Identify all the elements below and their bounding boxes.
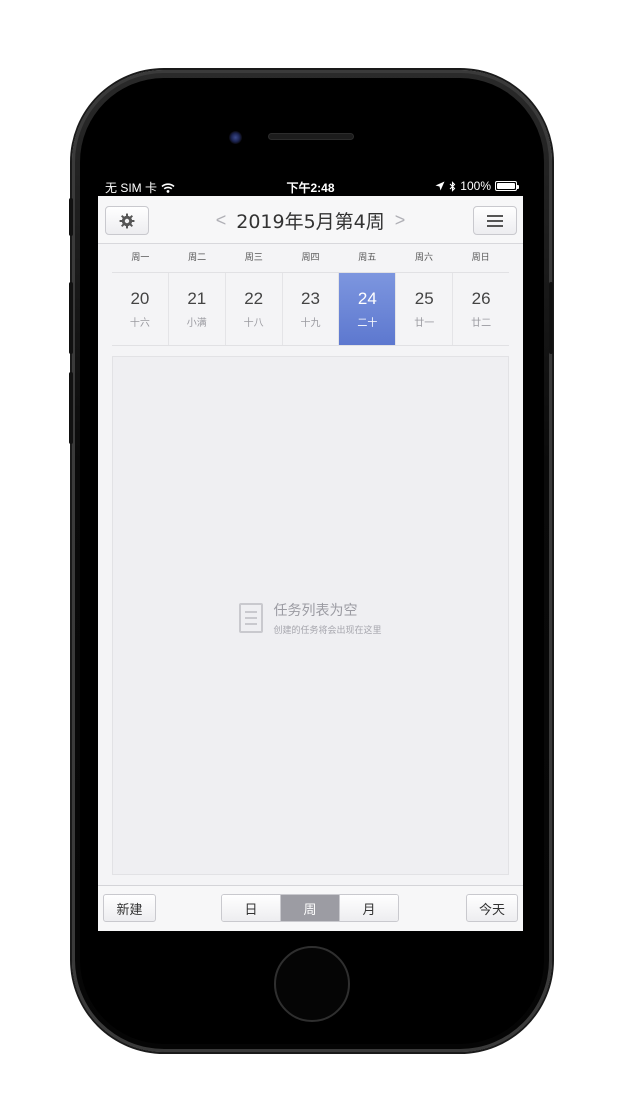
weekday-label: 周日: [471, 253, 490, 263]
empty-state: 任务列表为空 创建的任务将会出现在这里: [113, 600, 508, 636]
battery-fill: [497, 183, 515, 189]
power-button: [549, 282, 553, 354]
lunar-date: 二十: [357, 318, 378, 329]
nav-bar: < 2019年5月第4周 >: [98, 196, 523, 244]
empty-subtitle: 创建的任务将会出现在这里: [273, 626, 382, 636]
front-camera: [229, 131, 242, 144]
next-week-button[interactable]: >: [395, 210, 406, 231]
lunar-date: 十九: [300, 318, 321, 329]
page-title: 2019年5月第4周: [236, 211, 385, 233]
battery-tip: [517, 185, 519, 189]
lunar-date: 十八: [243, 318, 264, 329]
day-number: 23: [301, 289, 320, 308]
day-number: 21: [187, 289, 207, 308]
app-screen: 无 SIM 卡 下午2:48 100% < 2019年5月第4周 > 周一 周二…: [98, 172, 523, 931]
day-number: 25: [414, 289, 434, 308]
day-cell[interactable]: 23 十九: [283, 273, 340, 345]
weekday-label: 周四: [301, 253, 320, 263]
battery-icon: [495, 181, 519, 191]
day-number: 20: [130, 289, 150, 308]
weekday-label: 周二: [188, 253, 207, 263]
day-number: 22: [244, 289, 264, 308]
day-number: 24: [357, 289, 377, 308]
settings-button[interactable]: [105, 206, 149, 235]
volume-down-button: [69, 372, 73, 444]
bluetooth-icon: [449, 180, 456, 192]
task-list-area[interactable]: 任务列表为空 创建的任务将会出现在这里: [112, 356, 509, 875]
day-cell[interactable]: 22 十八: [226, 273, 283, 345]
weekday-label: 周五: [358, 253, 377, 263]
bottom-toolbar: 新建 日 周 月 今天: [98, 885, 523, 931]
lunar-date: 小满: [186, 318, 207, 329]
day-cell[interactable]: 26 廿二: [453, 273, 509, 345]
battery-percent: 100%: [460, 179, 491, 193]
volume-up-button: [69, 282, 73, 354]
empty-text: 任务列表为空 创建的任务将会出现在这里: [273, 600, 381, 636]
task-list-icon: [239, 603, 264, 633]
view-month-button[interactable]: 月: [340, 895, 398, 921]
menu-button[interactable]: [473, 206, 517, 235]
location-arrow-icon: [435, 181, 445, 191]
day-number: 26: [471, 289, 491, 308]
day-cell[interactable]: 21 小满: [169, 273, 226, 345]
status-right: 100%: [435, 179, 519, 193]
weekday-label: 周一: [131, 253, 150, 263]
today-button[interactable]: 今天: [466, 894, 518, 922]
weekday-label: 周六: [414, 253, 433, 263]
prev-week-button[interactable]: <: [216, 210, 227, 231]
week-navigator: < 2019年5月第4周 >: [158, 206, 463, 235]
view-day-button[interactable]: 日: [222, 895, 281, 921]
new-task-button[interactable]: 新建: [103, 894, 156, 922]
days-row: 20 十六 21 小满 22 十八 23 十九 24 二十 25 廿一 26 廿…: [112, 272, 509, 346]
lunar-date: 廿一: [414, 318, 435, 329]
day-cell[interactable]: 20 十六: [112, 273, 169, 345]
gear-icon: [119, 213, 135, 228]
day-cell[interactable]: 25 廿一: [396, 273, 454, 345]
status-bar: 无 SIM 卡 下午2:48 100%: [98, 172, 523, 196]
weekday-label: 周三: [244, 253, 263, 263]
home-button[interactable]: [274, 946, 350, 1022]
earpiece-speaker: [268, 133, 354, 140]
lunar-date: 廿二: [471, 318, 492, 329]
hamburger-menu-icon: [487, 214, 503, 227]
view-week-button[interactable]: 周: [281, 895, 340, 921]
weekday-header: 周一 周二 周三 周四 周五 周六 周日: [112, 244, 509, 272]
day-cell-selected[interactable]: 24 二十: [339, 273, 397, 345]
lunar-date: 十六: [129, 318, 150, 329]
view-switcher: 日 周 月: [221, 894, 399, 922]
mute-switch: [69, 198, 73, 236]
empty-title: 任务列表为空: [273, 603, 358, 619]
